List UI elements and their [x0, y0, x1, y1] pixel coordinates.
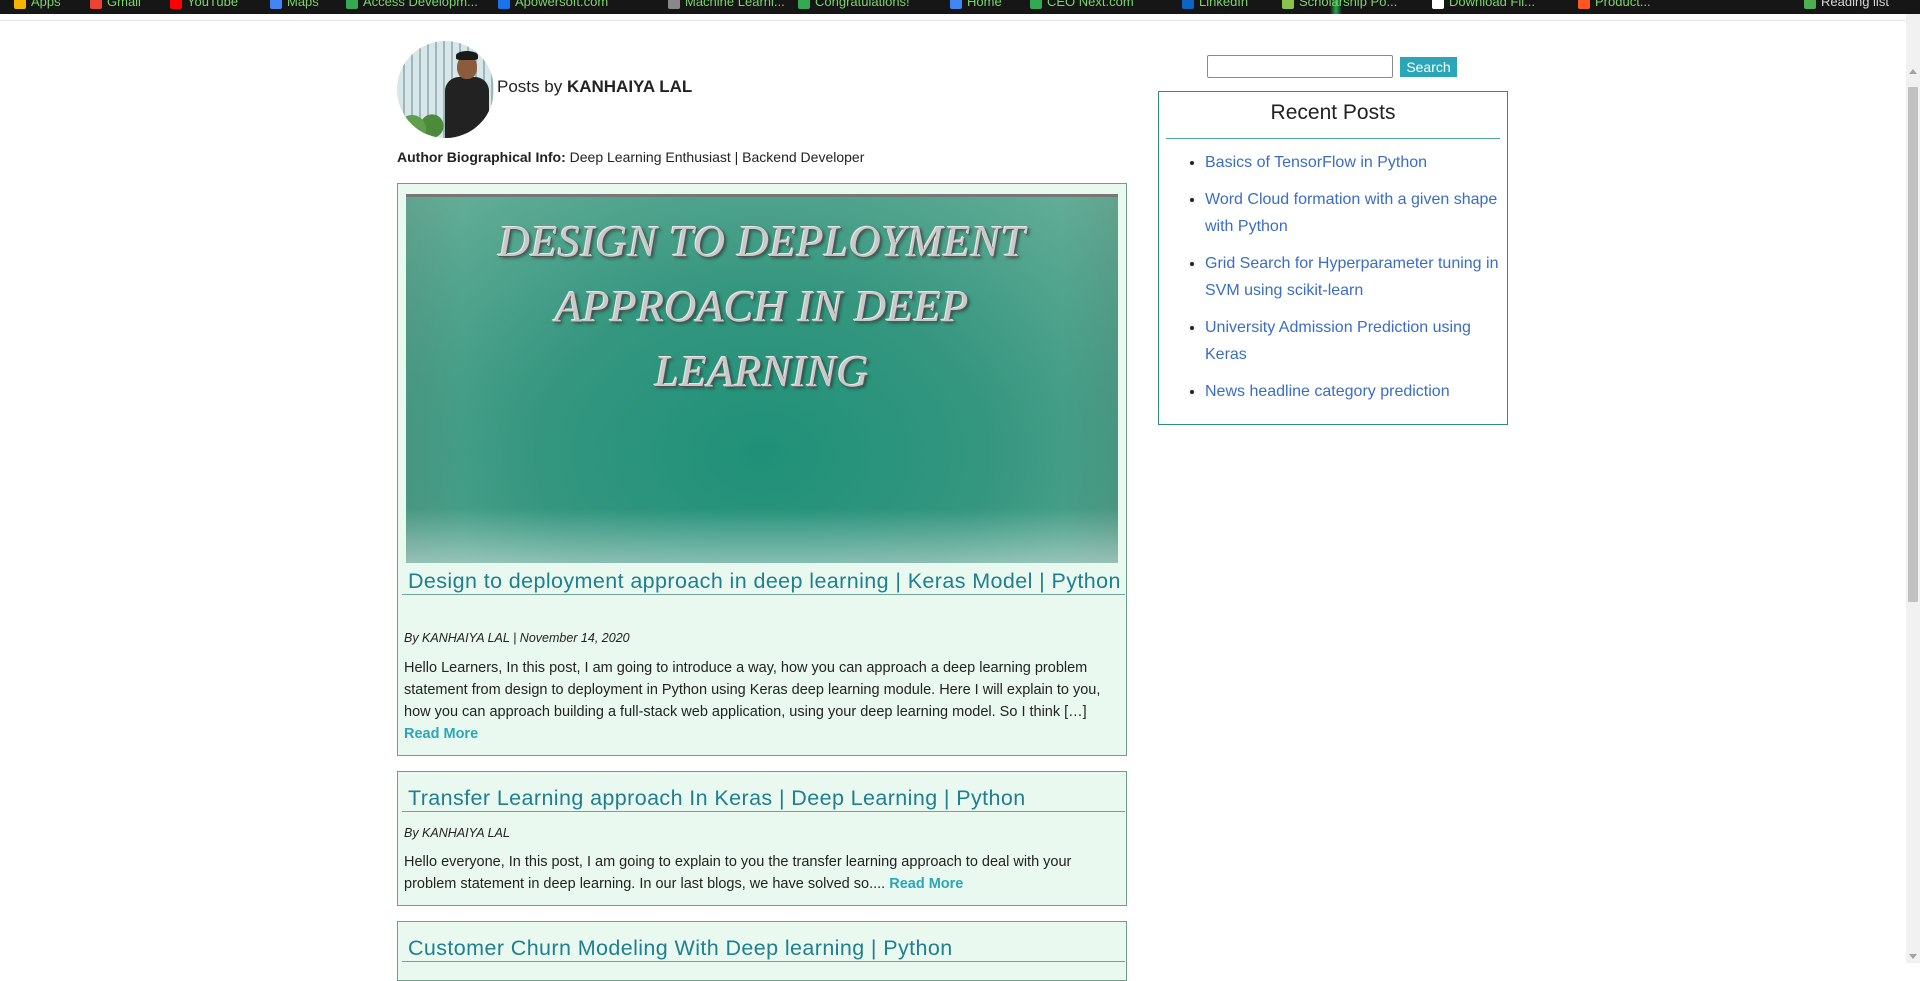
bookmark-linkedin[interactable]: LinkedIn: [1182, 0, 1248, 9]
bookmark-ceonext[interactable]: CEO Next.com: [1030, 0, 1134, 9]
bookmark-scholarship[interactable]: Scholarship Po...: [1282, 0, 1397, 9]
bookmark-apowersoft[interactable]: Apowersoft.com: [498, 0, 608, 9]
bookmark-machine-learning[interactable]: Machine Learni...: [668, 0, 785, 9]
author-name: KANHAIYA LAL: [566, 77, 693, 96]
bookmark-product[interactable]: Product...: [1578, 0, 1651, 9]
recent-post-link[interactable]: Grid Search for Hyperparameter tuning in…: [1205, 255, 1498, 299]
bookmark-maps[interactable]: Maps: [270, 0, 319, 9]
post-card: Transfer Learning approach In Keras | De…: [397, 771, 1127, 906]
recent-posts-widget: Recent Posts Basics of TensorFlow in Pyt…: [1158, 91, 1508, 425]
read-more-link[interactable]: Read More: [889, 876, 963, 892]
recent-post-link[interactable]: News headline category prediction: [1205, 383, 1450, 400]
maps-icon: [270, 0, 282, 9]
page-scrollbar[interactable]: [1906, 14, 1920, 963]
post-featured-image[interactable]: DESIGN TO DEPLOYMENT APPROACH IN DEEP LE…: [406, 194, 1118, 563]
reading-list-icon: [1804, 0, 1816, 9]
author-bio-text: Deep Learning Enthusiast | Backend Devel…: [569, 149, 865, 165]
bookmark-icon: [798, 0, 810, 9]
post-excerpt-text: Hello Learners, In this post, I am going…: [404, 660, 1101, 720]
bookmark-icon: [498, 0, 510, 9]
list-item: Grid Search for Hyperparameter tuning in…: [1205, 250, 1499, 304]
list-item: News headline category prediction: [1205, 378, 1499, 405]
post-image-title: DESIGN TO DEPLOYMENT APPROACH IN DEEP LE…: [498, 217, 1026, 396]
bookmark-gmail[interactable]: Gmail: [90, 0, 141, 9]
scrollbar-thumb[interactable]: [1908, 87, 1918, 602]
author-bio: Author Biographical Info: Deep Learning …: [397, 149, 864, 165]
post-excerpt: Hello everyone, In this post, I am going…: [404, 851, 1114, 895]
recent-post-link[interactable]: University Admission Prediction using Ke…: [1205, 319, 1471, 363]
bookmark-icon: [1030, 0, 1042, 9]
recent-post-link[interactable]: Word Cloud formation with a given shape …: [1205, 191, 1497, 235]
post-excerpt: Hello Learners, In this post, I am going…: [404, 657, 1114, 745]
reading-list[interactable]: Reading list: [1804, 0, 1889, 9]
bookmark-home[interactable]: Home: [950, 0, 1002, 9]
post-card: DESIGN TO DEPLOYMENT APPROACH IN DEEP LE…: [397, 183, 1127, 756]
read-more-link[interactable]: Read More: [404, 726, 478, 742]
recent-post-link[interactable]: Basics of TensorFlow in Python: [1205, 154, 1427, 171]
post-title-link[interactable]: Customer Churn Modeling With Deep learni…: [402, 936, 1125, 962]
youtube-icon: [170, 0, 182, 9]
search-button[interactable]: Search: [1400, 57, 1457, 77]
search-input[interactable]: [1207, 55, 1393, 78]
bookmark-icon: [950, 0, 962, 9]
post-meta: By KANHAIYA LAL | November 14, 2020: [404, 631, 630, 645]
bookmark-icon: [1578, 0, 1590, 9]
bookmark-apps[interactable]: Apps: [14, 0, 61, 9]
bookmark-icon: [1282, 0, 1294, 9]
bookmark-access-development[interactable]: Access Developm...: [346, 0, 478, 9]
author-avatar: [397, 41, 494, 138]
bookmark-download[interactable]: Download Fil...: [1432, 0, 1535, 9]
author-bio-label: Author Biographical Info:: [397, 149, 566, 165]
header-divider: [0, 20, 1906, 21]
list-item: Word Cloud formation with a given shape …: [1205, 186, 1499, 240]
list-item: Basics of TensorFlow in Python: [1205, 149, 1499, 176]
list-item: University Admission Prediction using Ke…: [1205, 314, 1499, 368]
apps-grid-icon: [14, 0, 26, 9]
scroll-up-arrow-icon[interactable]: [1909, 69, 1917, 74]
post-meta: By KANHAIYA LAL: [404, 826, 510, 840]
scroll-down-arrow-icon[interactable]: [1909, 954, 1917, 959]
bookmarks-bar: Apps Gmail YouTube Maps Access Developm.…: [0, 0, 1920, 14]
post-card: Customer Churn Modeling With Deep learni…: [397, 921, 1127, 981]
bookmark-icon: [346, 0, 358, 9]
post-title-link[interactable]: Transfer Learning approach In Keras | De…: [402, 786, 1125, 812]
posts-by-prefix: Posts by: [497, 77, 563, 96]
bookmark-congratulations[interactable]: Congratulations!: [798, 0, 910, 9]
bookmark-youtube[interactable]: YouTube: [170, 0, 238, 9]
posts-by-heading: Posts by KANHAIYA LAL: [497, 77, 692, 97]
bookmark-icon: [1432, 0, 1444, 9]
post-title-link[interactable]: Design to deployment approach in deep le…: [402, 569, 1125, 595]
gmail-icon: [90, 0, 102, 9]
post-excerpt-text: Hello everyone, In this post, I am going…: [404, 854, 1072, 892]
bookmark-icon: [668, 0, 680, 9]
linkedin-icon: [1182, 0, 1194, 9]
recent-posts-title: Recent Posts: [1166, 101, 1500, 139]
recent-posts-list: Basics of TensorFlow in Python Word Clou…: [1159, 149, 1499, 415]
